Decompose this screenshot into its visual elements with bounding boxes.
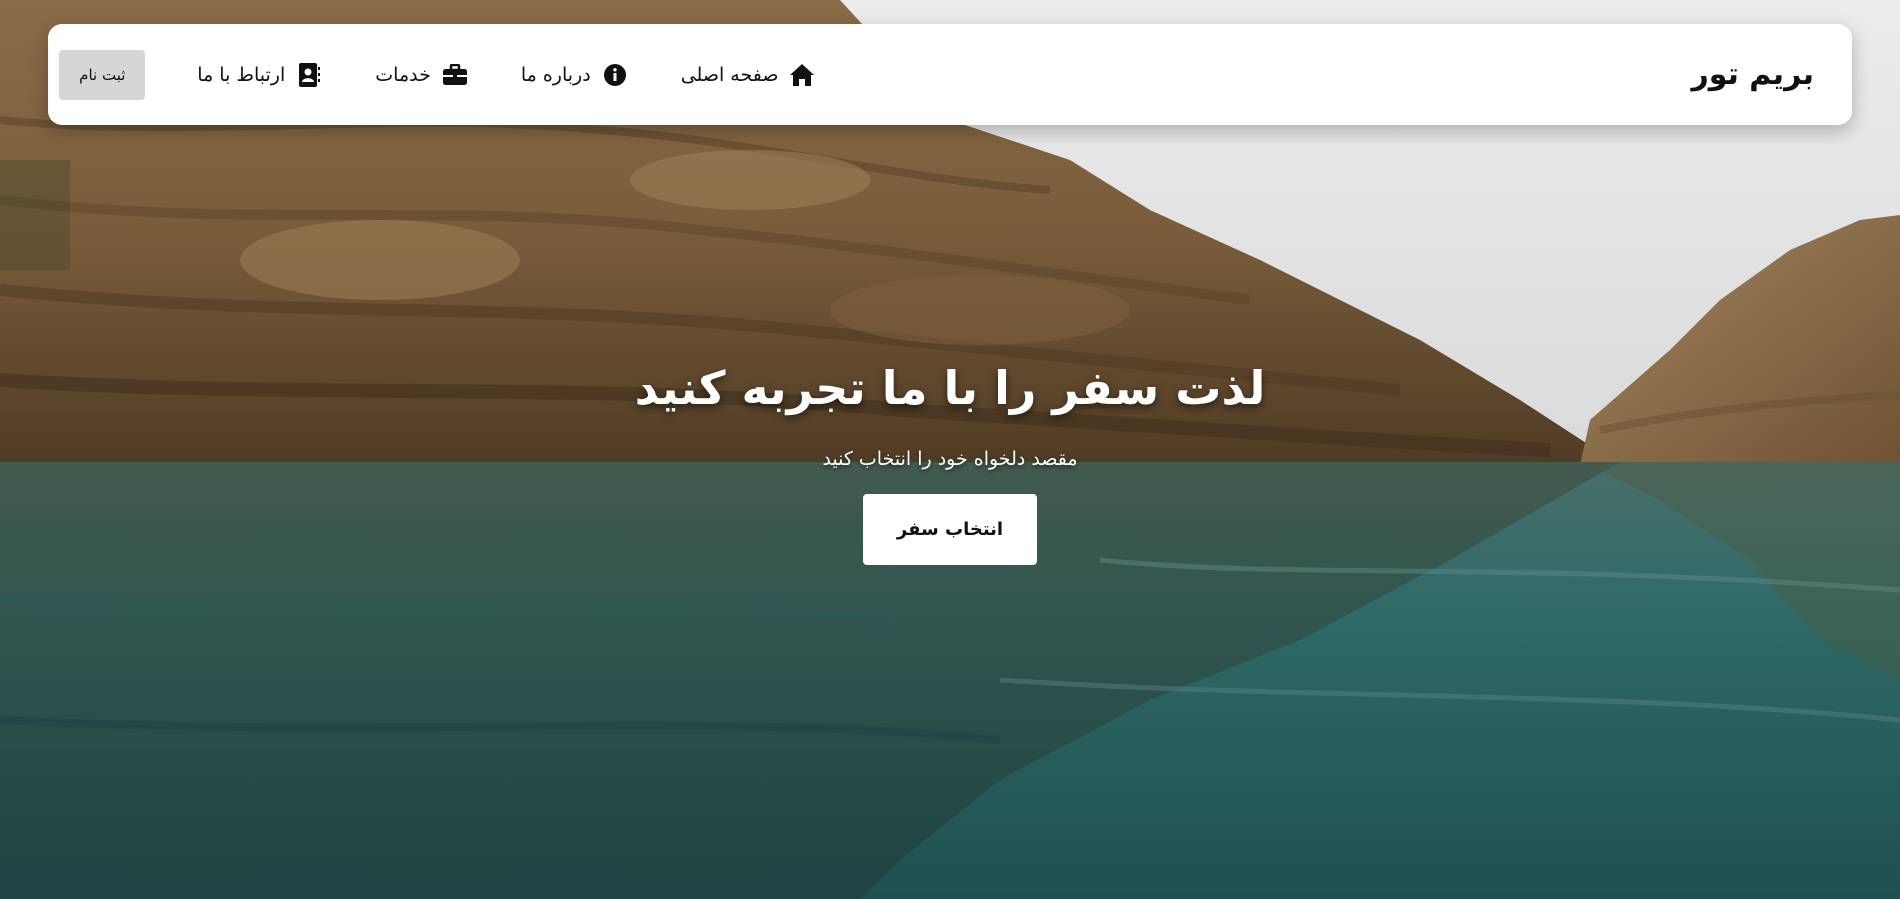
briefcase-icon bbox=[441, 61, 469, 89]
navbar: بریم تور صفحه اصلی درباره ما خدمات ارتبا… bbox=[48, 24, 1852, 125]
nav-item-label: ارتباط با ما bbox=[197, 63, 286, 86]
nav-item-label: خدمات bbox=[375, 63, 431, 86]
signup-button[interactable]: ثبت نام bbox=[59, 49, 146, 100]
contact-card-icon bbox=[295, 61, 323, 89]
brand-logo[interactable]: بریم تور bbox=[1691, 57, 1814, 92]
nav-item-about[interactable]: درباره ما bbox=[521, 61, 629, 89]
nav-item-label: درباره ما bbox=[520, 63, 591, 86]
info-icon bbox=[601, 61, 629, 89]
choose-trip-button[interactable]: انتخاب سفر bbox=[863, 494, 1037, 565]
nav-item-label: صفحه اصلی bbox=[680, 63, 779, 86]
nav-item-home[interactable]: صفحه اصلی bbox=[681, 61, 817, 89]
nav-links: صفحه اصلی درباره ما خدمات ارتباط با ما ث… bbox=[59, 49, 817, 100]
nav-item-services[interactable]: خدمات bbox=[375, 61, 469, 89]
home-icon bbox=[788, 61, 816, 89]
hero-title: لذت سفر را با ما تجربه کنید bbox=[634, 361, 1266, 415]
nav-item-contact[interactable]: ارتباط با ما bbox=[197, 61, 323, 89]
hero-subtitle: مقصد دلخواه خود را انتخاب کنید bbox=[822, 448, 1078, 470]
hero-content: لذت سفر را با ما تجربه کنید مقصد دلخواه … bbox=[0, 350, 1900, 565]
